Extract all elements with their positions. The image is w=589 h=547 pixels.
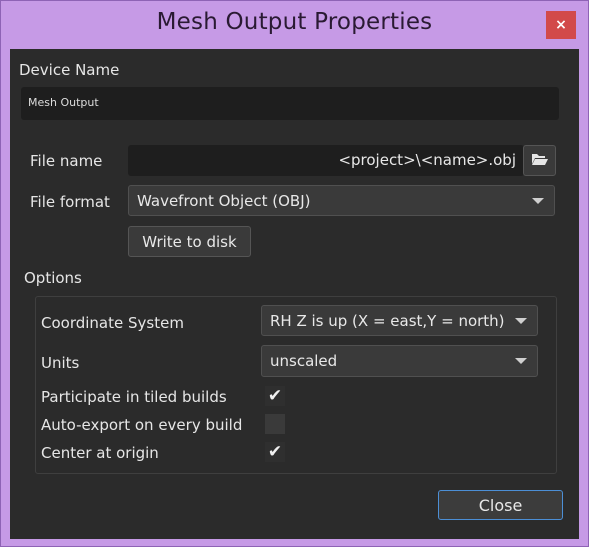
browse-button[interactable]	[523, 145, 556, 176]
coordinate-system-value: RH Z is up (X = east,Y = north)	[270, 312, 505, 330]
coordinate-system-select[interactable]: RH Z is up (X = east,Y = north)	[261, 305, 538, 336]
file-format-select[interactable]: Wavefront Object (OBJ)	[128, 185, 555, 216]
file-format-value: Wavefront Object (OBJ)	[137, 192, 311, 210]
dialog-window: Mesh Output Properties × Device Name Mes…	[0, 0, 589, 547]
auto-export-label: Auto-export on every build	[41, 416, 243, 434]
title-bar[interactable]: Mesh Output Properties ×	[1, 1, 588, 49]
units-select[interactable]: unscaled	[261, 345, 538, 377]
file-name-field[interactable]: <project>\<name>.obj	[128, 145, 524, 176]
center-origin-checkbox[interactable]: ✔	[265, 442, 285, 462]
center-origin-label: Center at origin	[41, 444, 159, 462]
write-to-disk-button[interactable]: Write to disk	[128, 226, 251, 257]
device-name-value: Mesh Output	[28, 96, 99, 109]
file-name-label: File name	[30, 152, 103, 170]
device-name-field[interactable]: Mesh Output	[21, 87, 559, 120]
chevron-down-icon	[515, 318, 527, 324]
chevron-down-icon	[532, 198, 544, 204]
device-name-label: Device Name	[19, 61, 120, 79]
units-label: Units	[41, 354, 80, 372]
close-window-button[interactable]: ×	[546, 11, 576, 39]
tiled-builds-label: Participate in tiled builds	[41, 388, 227, 406]
file-name-value: <project>\<name>.obj	[338, 151, 516, 169]
close-button[interactable]: Close	[438, 490, 563, 520]
file-format-label: File format	[30, 193, 110, 211]
units-value: unscaled	[270, 352, 338, 370]
folder-open-icon	[531, 151, 549, 170]
chevron-down-icon	[515, 358, 527, 364]
auto-export-checkbox[interactable]	[265, 414, 285, 434]
tiled-builds-checkbox[interactable]: ✔	[265, 386, 285, 406]
window-title: Mesh Output Properties	[156, 9, 433, 35]
dialog-body: Device Name Mesh Output File name <proje…	[10, 49, 579, 539]
options-title: Options	[24, 269, 82, 287]
coordinate-system-label: Coordinate System	[41, 314, 184, 332]
